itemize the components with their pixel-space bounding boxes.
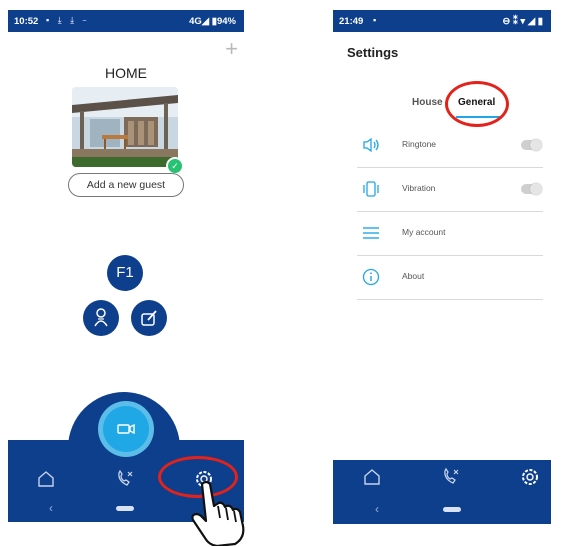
general-tab-highlight [445, 81, 509, 127]
my-account-label: My account [402, 227, 446, 237]
back-nav-icon[interactable]: ‹ [375, 502, 379, 516]
house-photo[interactable] [72, 87, 178, 167]
menu-icon [363, 227, 379, 239]
home-gesture-pill[interactable] [116, 506, 134, 511]
add-guest-button[interactable]: Add a new guest [68, 173, 184, 197]
settings-row-ringtone[interactable]: Ringtone [357, 123, 543, 168]
ringtone-label: Ringtone [402, 139, 437, 149]
settings-icon[interactable] [519, 466, 541, 488]
home-title: HOME [105, 65, 147, 81]
edit-button[interactable] [131, 300, 167, 336]
speaker-icon [363, 137, 379, 153]
home-gesture-pill[interactable] [443, 507, 461, 512]
status-bar: 10:52 ▪ ⤓ ⤓ ⎯ 4G◢ ▮94% [8, 10, 244, 32]
vibration-toggle[interactable] [521, 183, 542, 195]
notification-icons: ▪ [373, 15, 380, 25]
status-bar: 21:49 ▪ ⊖ ⁑ ▾ ◢ ▮ [333, 10, 551, 32]
network-battery-indicator: ⊖ ⁑ ▾ ◢ ▮ [502, 16, 543, 27]
tab-house[interactable]: House [412, 97, 443, 108]
settings-row-my-account[interactable]: My account [357, 211, 543, 256]
about-label: About [402, 271, 425, 281]
notification-icons: ▪ ⤓ ⤓ ⎯ [46, 15, 90, 25]
settings-screen: 21:49 ▪ ⊖ ⁑ ▾ ◢ ▮ Settings House General… [333, 10, 551, 524]
network-battery-indicator: 4G◢ ▮94% [189, 16, 236, 27]
call-history-icon[interactable] [115, 469, 135, 489]
home-icon[interactable] [362, 467, 382, 487]
page-title: Settings [347, 45, 399, 60]
status-time: 10:52 [14, 16, 39, 27]
hand-pointer-icon [191, 480, 245, 546]
ringtone-toggle[interactable] [521, 139, 542, 151]
back-nav-icon[interactable]: ‹ [49, 501, 53, 515]
video-camera-icon [117, 423, 135, 435]
person-icon [94, 308, 108, 327]
camera-button[interactable] [103, 406, 149, 452]
pencil-icon [141, 310, 157, 326]
intercom-button[interactable] [83, 300, 119, 336]
f1-button[interactable]: F1 [107, 255, 143, 291]
call-history-icon[interactable] [441, 467, 461, 487]
vibration-icon [363, 181, 379, 197]
vibration-label: Vibration [402, 183, 436, 193]
add-icon[interactable]: + [225, 38, 238, 60]
home-icon[interactable] [36, 469, 56, 489]
home-screen: 10:52 ▪ ⤓ ⤓ ⎯ 4G◢ ▮94% + HOME ✓ Add a ne… [8, 10, 244, 522]
settings-row-about[interactable]: About [357, 255, 543, 300]
settings-row-vibration[interactable]: Vibration [357, 167, 543, 212]
status-time: 21:49 [339, 16, 364, 27]
info-icon [362, 268, 380, 286]
